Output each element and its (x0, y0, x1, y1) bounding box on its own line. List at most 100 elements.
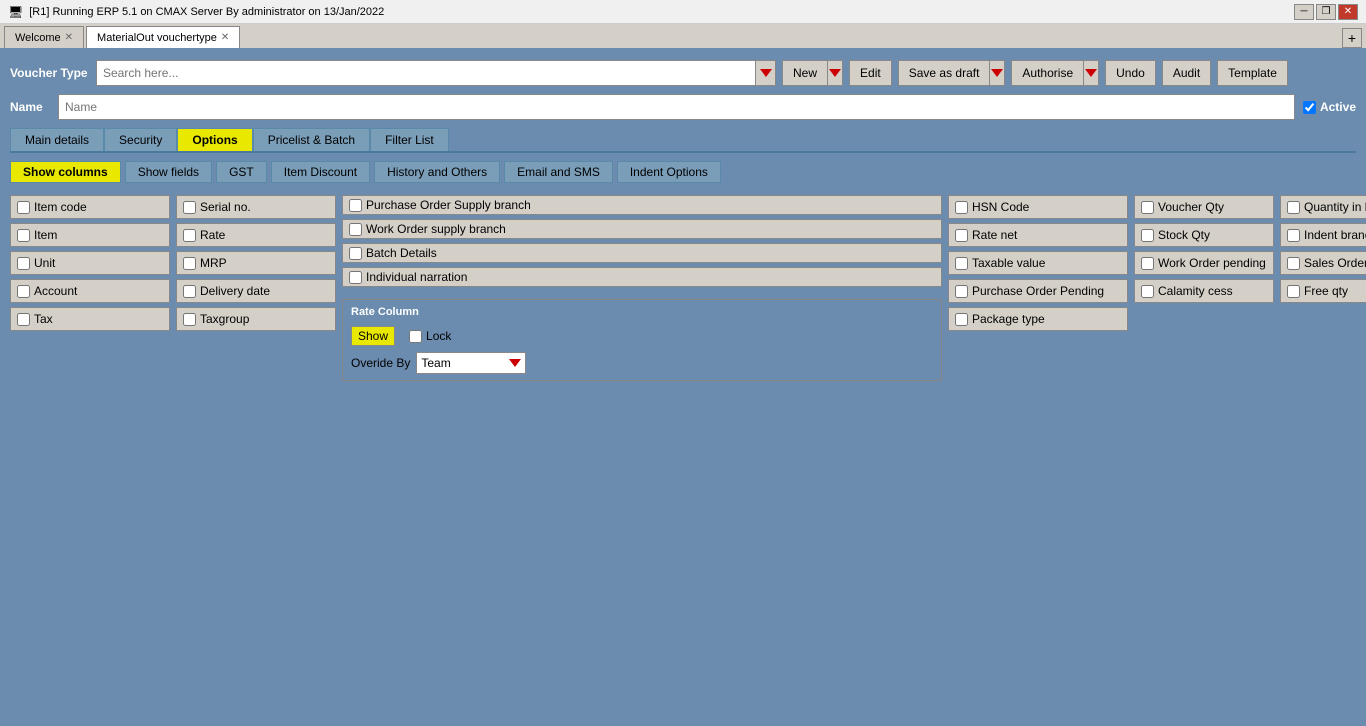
delivery-date-label: Delivery date (200, 284, 270, 298)
checkbox-delivery-date: Delivery date (176, 279, 336, 303)
nav-tab-options[interactable]: Options (177, 128, 252, 151)
tax-checkbox[interactable] (17, 313, 30, 326)
wo-supply-branch-checkbox[interactable] (349, 223, 362, 236)
nav-tab-filter-list[interactable]: Filter List (370, 128, 449, 151)
item-label: Item (34, 228, 57, 242)
rate-net-checkbox[interactable] (955, 229, 968, 242)
rate-column-title: Rate Column (351, 306, 933, 318)
checkbox-rate-net: Rate net (948, 223, 1128, 247)
tab-welcome-close[interactable]: ✕ (65, 32, 73, 43)
close-button[interactable]: ✕ (1338, 4, 1358, 20)
active-label: Active (1320, 100, 1356, 114)
tax-label: Tax (34, 312, 53, 326)
rate-label: Rate (200, 228, 225, 242)
voucher-qty-checkbox[interactable] (1141, 201, 1154, 214)
account-checkbox[interactable] (17, 285, 30, 298)
sub-tab-history-others[interactable]: History and Others (374, 161, 500, 183)
name-input[interactable] (58, 94, 1295, 120)
dropdown-arrow-icon (760, 69, 772, 77)
authorise-button[interactable]: Authorise (1011, 60, 1083, 86)
edit-button[interactable]: Edit (849, 60, 892, 86)
unit-checkbox[interactable] (17, 257, 30, 270)
checkbox-tax: Tax (10, 307, 170, 331)
po-supply-branch-label: Purchase Order Supply branch (366, 198, 531, 212)
batch-details-checkbox[interactable] (349, 247, 362, 260)
checkbox-calamity-cess: Calamity cess (1134, 279, 1274, 303)
tab-welcome[interactable]: Welcome ✕ (4, 26, 84, 48)
item-checkbox[interactable] (17, 229, 30, 242)
sub-tab-item-discount[interactable]: Item Discount (271, 161, 370, 183)
qty-base-unit-label: Quantity in base unit (1304, 200, 1366, 214)
col-left: Item code Item Unit Account Tax (10, 195, 170, 381)
stock-qty-checkbox[interactable] (1141, 229, 1154, 242)
sub-tab-email-sms[interactable]: Email and SMS (504, 161, 613, 183)
lock-checkbox[interactable] (409, 330, 422, 343)
po-pending-label: Purchase Order Pending (972, 284, 1104, 298)
rate-checkbox[interactable] (183, 229, 196, 242)
checkbox-stock-qty: Stock Qty (1134, 223, 1274, 247)
active-checkbox[interactable] (1303, 101, 1316, 114)
audit-button[interactable]: Audit (1162, 60, 1211, 86)
qty-base-unit-checkbox[interactable] (1287, 201, 1300, 214)
po-pending-checkbox[interactable] (955, 285, 968, 298)
restore-button[interactable]: ❐ (1316, 4, 1336, 20)
toolbar-row: Voucher Type New Edit Save as draft (10, 60, 1356, 86)
rate-col-row: Show Lock (351, 324, 933, 348)
show-button[interactable]: Show (351, 326, 395, 346)
save-draft-button[interactable]: Save as draft (898, 60, 990, 86)
item-code-checkbox[interactable] (17, 201, 30, 214)
tab-add-button[interactable]: + (1342, 28, 1362, 48)
voucher-type-search[interactable] (96, 60, 776, 86)
checkbox-mrp: MRP (176, 251, 336, 275)
package-type-checkbox[interactable] (955, 313, 968, 326)
calamity-cess-checkbox[interactable] (1141, 285, 1154, 298)
tab-materialout-close[interactable]: ✕ (221, 32, 229, 43)
taxgroup-checkbox[interactable] (183, 313, 196, 326)
lock-label: Lock (426, 329, 451, 343)
indent-branch-checkbox[interactable] (1287, 229, 1300, 242)
taxable-value-checkbox[interactable] (955, 257, 968, 270)
mrp-checkbox[interactable] (183, 257, 196, 270)
sub-tab-gst[interactable]: GST (216, 161, 267, 183)
tab-materialout[interactable]: MaterialOut vouchertype ✕ (86, 26, 240, 48)
po-supply-branch-checkbox[interactable] (349, 199, 362, 212)
hsn-code-checkbox[interactable] (955, 201, 968, 214)
checkbox-indent-branch: Indent branch (1280, 223, 1366, 247)
new-button[interactable]: New (782, 60, 827, 86)
undo-button[interactable]: Undo (1105, 60, 1156, 86)
main-content: Voucher Type New Edit Save as draft (0, 50, 1366, 726)
sub-tab-indent-options[interactable]: Indent Options (617, 161, 721, 183)
nav-tab-pricelist-batch[interactable]: Pricelist & Batch (253, 128, 370, 151)
free-qty-checkbox[interactable] (1287, 285, 1300, 298)
override-row: Overide By Team (351, 352, 933, 374)
new-arrow-icon (829, 69, 841, 77)
so-pending-checkbox[interactable] (1287, 257, 1300, 270)
new-dropdown-button[interactable] (827, 60, 843, 86)
indent-branch-label: Indent branch (1304, 228, 1366, 242)
template-button[interactable]: Template (1217, 60, 1288, 86)
voucher-type-label: Voucher Type (10, 66, 90, 80)
override-combo[interactable]: Team (416, 352, 526, 374)
search-input[interactable] (97, 66, 755, 80)
wo-pending-checkbox[interactable] (1141, 257, 1154, 270)
checkbox-unit: Unit (10, 251, 170, 275)
sub-tab-show-columns[interactable]: Show columns (10, 161, 121, 183)
title-bar: 🖥 [R1] Running ERP 5.1 on CMAX Server By… (0, 0, 1366, 24)
individual-narration-checkbox[interactable] (349, 271, 362, 284)
minimize-button[interactable]: ─ (1294, 4, 1314, 20)
checkbox-taxable-value: Taxable value (948, 251, 1128, 275)
nav-tab-main-details[interactable]: Main details (10, 128, 104, 151)
authorise-dropdown[interactable] (1083, 60, 1099, 86)
delivery-date-checkbox[interactable] (183, 285, 196, 298)
sub-tab-show-fields[interactable]: Show fields (125, 161, 212, 183)
checkbox-wo-pending: Work Order pending (1134, 251, 1274, 275)
tab-materialout-label: MaterialOut vouchertype (97, 32, 217, 44)
col-mid: Purchase Order Supply branch Work Order … (342, 195, 942, 381)
serial-no-checkbox[interactable] (183, 201, 196, 214)
checkbox-package-type: Package type (948, 307, 1128, 331)
right-row-4: Purchase Order Pending Calamity cess Fre… (948, 279, 1366, 303)
search-dropdown-button[interactable] (755, 61, 775, 85)
save-draft-dropdown[interactable] (989, 60, 1005, 86)
new-button-split: New (782, 60, 843, 86)
nav-tab-security[interactable]: Security (104, 128, 177, 151)
